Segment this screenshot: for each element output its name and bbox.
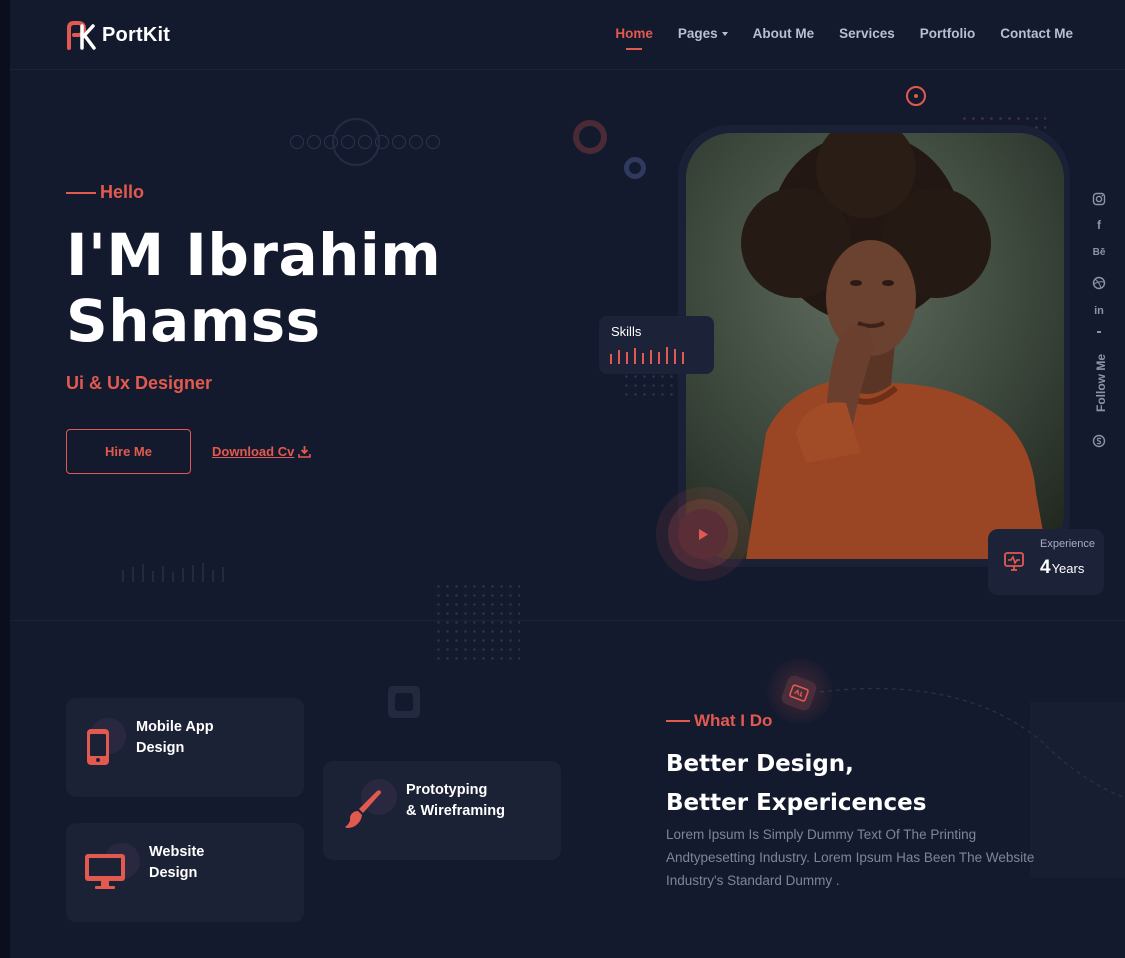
behance-icon[interactable]: Bē [1092,246,1106,260]
window-left-edge [0,0,10,958]
greeting-line [66,191,96,194]
service-card-prototyping[interactable]: Prototyping & Wireframing [323,761,561,860]
skills-card: Skills [599,316,714,374]
play-video-button[interactable] [678,509,728,559]
dribbble-icon[interactable] [1092,276,1106,290]
linkedin-icon[interactable]: in [1092,304,1106,318]
heading-line2: Better Expericences [666,790,927,816]
experience-label: Experience [1040,538,1096,550]
skills-label: Skills [611,324,642,339]
social-separator [1097,331,1101,333]
section-heading: Better Design, Better Expericences [666,745,926,823]
skype-icon[interactable] [1092,434,1106,448]
logo-mark-icon [67,21,96,50]
portrait-illustration [686,133,1064,559]
service-card-mobile[interactable]: Mobile App Design [66,698,304,797]
download-cv-label: Download Cv [212,444,295,459]
follow-me-label: Follow Me [1094,354,1108,412]
mobile-icon [87,729,109,765]
greeting-text: Hello [100,182,145,202]
nav-about-me[interactable]: About Me [753,26,815,41]
page: PortKit Home Pages About Me Services Por… [10,0,1125,958]
hero-name-line1: I'M Ibrahim [66,221,442,289]
service-title: Website Design [149,844,205,881]
decorative-ring-red [573,120,607,154]
nav-portfolio[interactable]: Portfolio [920,26,976,41]
service-card-website[interactable]: Website Design [66,823,304,922]
skills-bars [610,346,684,364]
logo[interactable]: PortKit [66,18,170,52]
greeting: Hello [66,182,144,203]
hero-name-line2: Shamss [66,287,321,355]
eyebrow-text: What I Do [694,711,773,730]
nav-contact-me[interactable]: Contact Me [1000,26,1073,41]
hire-me-button[interactable]: Hire Me [66,429,191,474]
decorative-square [388,686,420,718]
nav-home[interactable]: Home [615,26,653,41]
target-icon [906,86,926,106]
download-cv-link[interactable]: Download Cv [212,444,312,459]
decorative-bars [122,563,224,582]
profile-photo [686,133,1064,559]
hero-role: Ui & Ux Designer [66,373,213,393]
mobile-icon-wrap [82,718,126,768]
section-divider [10,620,1125,621]
experience-card: Experience 4 Years [988,529,1104,595]
heading-line1: Better Design, [666,751,854,777]
nav-pages[interactable]: Pages [678,26,728,41]
decorative-ring-blue [624,157,646,179]
brush-icon-wrap [343,779,397,829]
facebook-icon[interactable]: f [1092,218,1106,232]
play-icon [699,528,708,540]
logo-text: PortKit [102,23,171,46]
download-icon [298,446,312,458]
service-title: Prototyping & Wireframing [406,782,505,819]
hero-name: I'M Ibrahim Shamss [66,222,486,354]
monitor-icon [85,854,125,889]
decorative-dots-mid [622,372,678,402]
nav-services[interactable]: Services [839,26,895,41]
decorative-ring [332,118,380,166]
experience-unit: Years [1051,561,1085,576]
experience-value: 4 Years [1040,557,1084,579]
monitor-icon-wrap [84,843,140,893]
header: PortKit Home Pages About Me Services Por… [10,0,1125,70]
section-description: Lorem Ipsum Is Simply Dummy Text Of The … [666,827,1035,888]
chevron-down-icon [721,32,728,37]
nav-pages-label: Pages [677,26,718,41]
brush-icon [345,790,381,828]
main-nav: Home Pages About Me Services Portfolio C… [615,26,1073,41]
eyebrow-line [666,720,690,722]
social-sidebar: f Bē in Follow Me [1088,190,1112,452]
instagram-icon[interactable] [1092,192,1106,206]
experience-number: 4 [1040,557,1051,578]
decorative-dots-bottom [434,582,520,662]
service-title: Mobile App Design [136,719,214,756]
what-i-do-eyebrow: What I Do [666,711,772,731]
monitor-pulse-icon [1004,552,1024,571]
